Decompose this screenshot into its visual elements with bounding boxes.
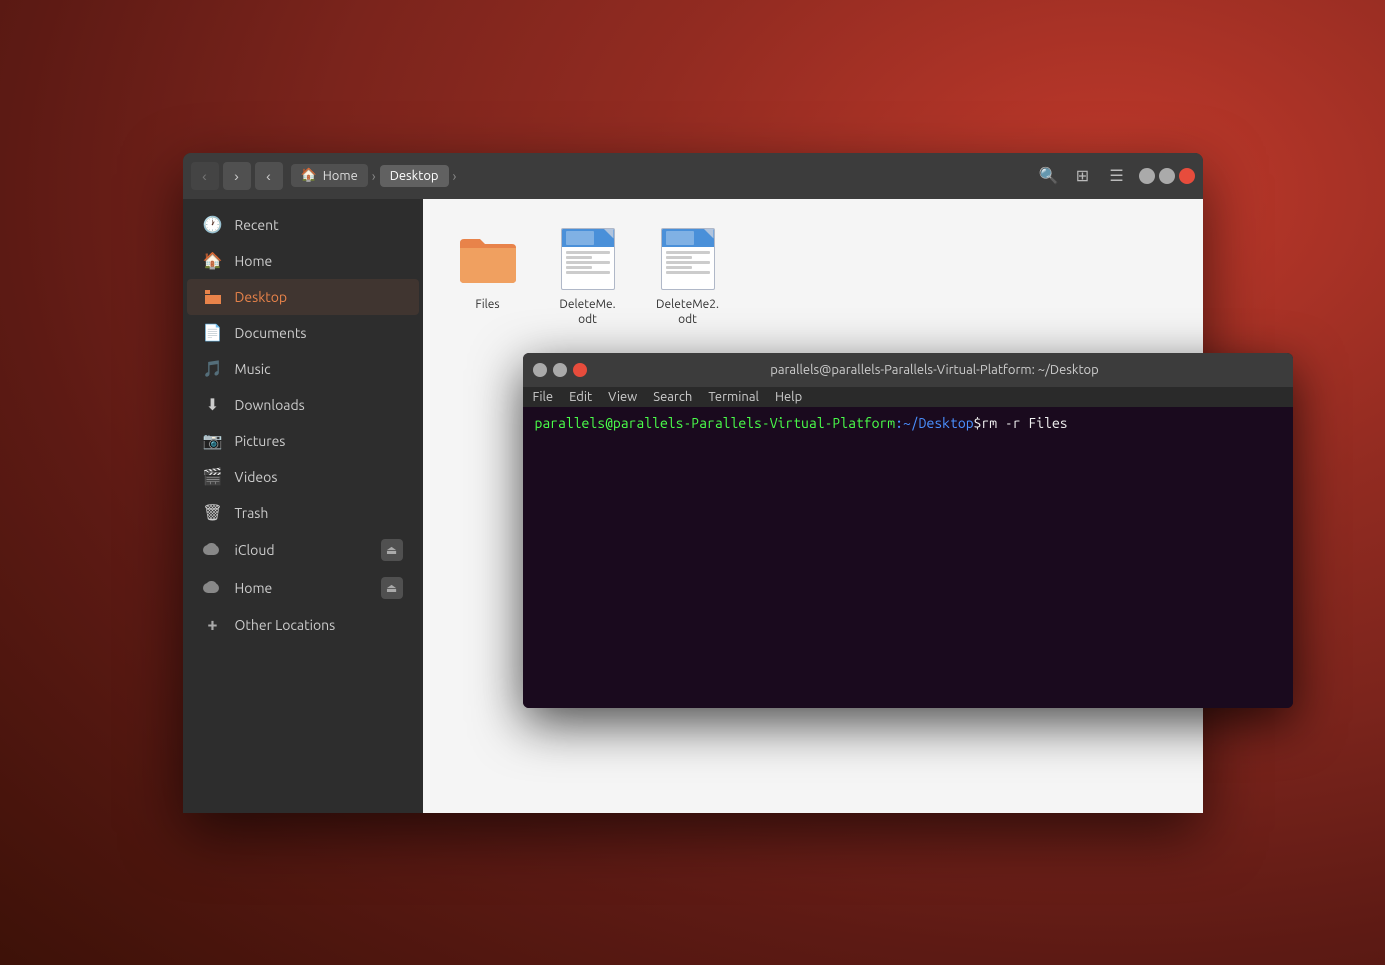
sidebar-label-home: Home xyxy=(235,253,273,269)
folder-icon xyxy=(456,227,520,291)
home-drive-eject-button[interactable]: ⏏ xyxy=(381,577,403,599)
sidebar-label-home-drive: Home xyxy=(235,580,273,596)
breadcrumb-end-chevron: › xyxy=(453,168,457,184)
sidebar-item-recent[interactable]: 🕐 Recent xyxy=(187,207,419,243)
documents-icon: 📄 xyxy=(203,323,223,343)
sidebar-label-icloud: iCloud xyxy=(235,542,275,558)
terminal-menu-view[interactable]: View xyxy=(608,390,637,404)
sidebar-label-trash: Trash xyxy=(235,505,269,521)
terminal-command: rm -r Files xyxy=(981,415,1067,431)
sidebar-label-downloads: Downloads xyxy=(235,397,305,413)
sidebar-item-home-drive[interactable]: Home ⏏ xyxy=(187,569,419,607)
file-manager-window: ‹ › ‹ 🏠 Home › Desktop › 🔍 ⊞ ☰ xyxy=(183,153,1203,813)
sidebar-item-desktop[interactable]: Desktop xyxy=(187,279,419,315)
file-item-files[interactable]: Files xyxy=(443,219,533,336)
sidebar-label-pictures: Pictures xyxy=(235,433,286,449)
sidebar-item-icloud[interactable]: iCloud ⏏ xyxy=(187,531,419,569)
odt-icon-1 xyxy=(556,227,620,291)
sidebar-item-trash[interactable]: 🗑 Trash xyxy=(187,495,419,531)
terminal-menu-edit[interactable]: Edit xyxy=(569,390,592,404)
odt-icon-2 xyxy=(656,227,720,291)
terminal-menu-help[interactable]: Help xyxy=(775,390,802,404)
videos-icon: 🎬 xyxy=(203,467,223,487)
breadcrumb-home-label: Home xyxy=(323,169,358,183)
sidebar-item-videos[interactable]: 🎬 Videos xyxy=(187,459,419,495)
terminal-menubar: File Edit View Search Terminal Help xyxy=(523,387,1293,407)
terminal-body[interactable]: parallels@parallels-Parallels-Virtual-Pl… xyxy=(523,407,1293,708)
breadcrumb-separator: › xyxy=(372,168,376,184)
file-label-files: Files xyxy=(475,297,499,313)
icloud-eject-button[interactable]: ⏏ xyxy=(381,539,403,561)
back-button[interactable]: ‹ xyxy=(191,162,219,190)
view-toggle-button[interactable]: ⊞ xyxy=(1069,162,1097,190)
recent-icon: 🕐 xyxy=(203,215,223,235)
terminal-prompt-line: parallels@parallels-Parallels-Virtual-Pl… xyxy=(535,415,1281,431)
terminal-header: parallels@parallels-Parallels-Virtual-Pl… xyxy=(523,353,1293,387)
sidebar-label-music: Music xyxy=(235,361,271,377)
header-actions: 🔍 ⊞ ☰ xyxy=(1035,162,1131,190)
icloud-icon xyxy=(203,540,223,560)
trash-icon: 🗑 xyxy=(203,503,223,523)
terminal-window-controls xyxy=(533,363,587,377)
pictures-icon: 📷 xyxy=(203,431,223,451)
terminal-prompt-dollar: $ xyxy=(974,415,982,431)
home-icon: 🏠 xyxy=(301,168,317,183)
window-controls xyxy=(1139,168,1195,184)
breadcrumb-desktop-label: Desktop xyxy=(390,169,439,183)
sidebar-label-documents: Documents xyxy=(235,325,307,341)
menu-button[interactable]: ☰ xyxy=(1103,162,1131,190)
sidebar-label-desktop: Desktop xyxy=(235,289,288,305)
desktop-icon xyxy=(203,287,223,307)
sidebar-item-music[interactable]: 🎵 Music xyxy=(187,351,419,387)
up-button[interactable]: ‹ xyxy=(255,162,283,190)
downloads-icon: ⬇ xyxy=(203,395,223,415)
sidebar-item-documents[interactable]: 📄 Documents xyxy=(187,315,419,351)
sidebar-label-recent: Recent xyxy=(235,217,279,233)
sidebar: 🕐 Recent 🏠 Home Desktop 📄 Documents xyxy=(183,199,423,813)
terminal-menu-file[interactable]: File xyxy=(533,390,554,404)
file-label-deleteme1: DeleteMe. odt xyxy=(551,297,625,328)
terminal-menu-search[interactable]: Search xyxy=(653,390,692,404)
file-manager-header: ‹ › ‹ 🏠 Home › Desktop › 🔍 ⊞ ☰ xyxy=(183,153,1203,199)
file-item-deleteme1[interactable]: DeleteMe. odt xyxy=(543,219,633,336)
file-label-deleteme2: DeleteMe2. odt xyxy=(651,297,725,328)
search-button[interactable]: 🔍 xyxy=(1035,162,1063,190)
sidebar-item-pictures[interactable]: 📷 Pictures xyxy=(187,423,419,459)
breadcrumb-home[interactable]: 🏠 Home xyxy=(291,164,368,187)
file-item-deleteme2[interactable]: DeleteMe2. odt xyxy=(643,219,733,336)
close-button[interactable] xyxy=(1179,168,1195,184)
sidebar-item-downloads[interactable]: ⬇ Downloads xyxy=(187,387,419,423)
other-locations-icon: + xyxy=(203,615,223,635)
sidebar-label-other-locations: Other Locations xyxy=(235,617,336,633)
terminal-prompt-path: :~/Desktop xyxy=(895,415,973,431)
terminal-maximize-button[interactable] xyxy=(553,363,567,377)
minimize-button[interactable] xyxy=(1139,168,1155,184)
home-drive-icon xyxy=(203,578,223,598)
terminal-close-button[interactable] xyxy=(573,363,587,377)
terminal-minimize-button[interactable] xyxy=(533,363,547,377)
terminal-title: parallels@parallels-Parallels-Virtual-Pl… xyxy=(587,363,1283,377)
forward-button[interactable]: › xyxy=(223,162,251,190)
breadcrumb: 🏠 Home › Desktop › xyxy=(291,164,459,187)
maximize-button[interactable] xyxy=(1159,168,1175,184)
sidebar-item-other-locations[interactable]: + Other Locations xyxy=(187,607,419,643)
breadcrumb-desktop[interactable]: Desktop xyxy=(380,165,449,187)
music-icon: 🎵 xyxy=(203,359,223,379)
terminal-window: parallels@parallels-Parallels-Virtual-Pl… xyxy=(523,353,1293,708)
sidebar-label-videos: Videos xyxy=(235,469,278,485)
terminal-menu-terminal[interactable]: Terminal xyxy=(708,390,759,404)
sidebar-item-home[interactable]: 🏠 Home xyxy=(187,243,419,279)
home-icon: 🏠 xyxy=(203,251,223,271)
terminal-prompt-user: parallels@parallels-Parallels-Virtual-Pl… xyxy=(535,415,896,431)
